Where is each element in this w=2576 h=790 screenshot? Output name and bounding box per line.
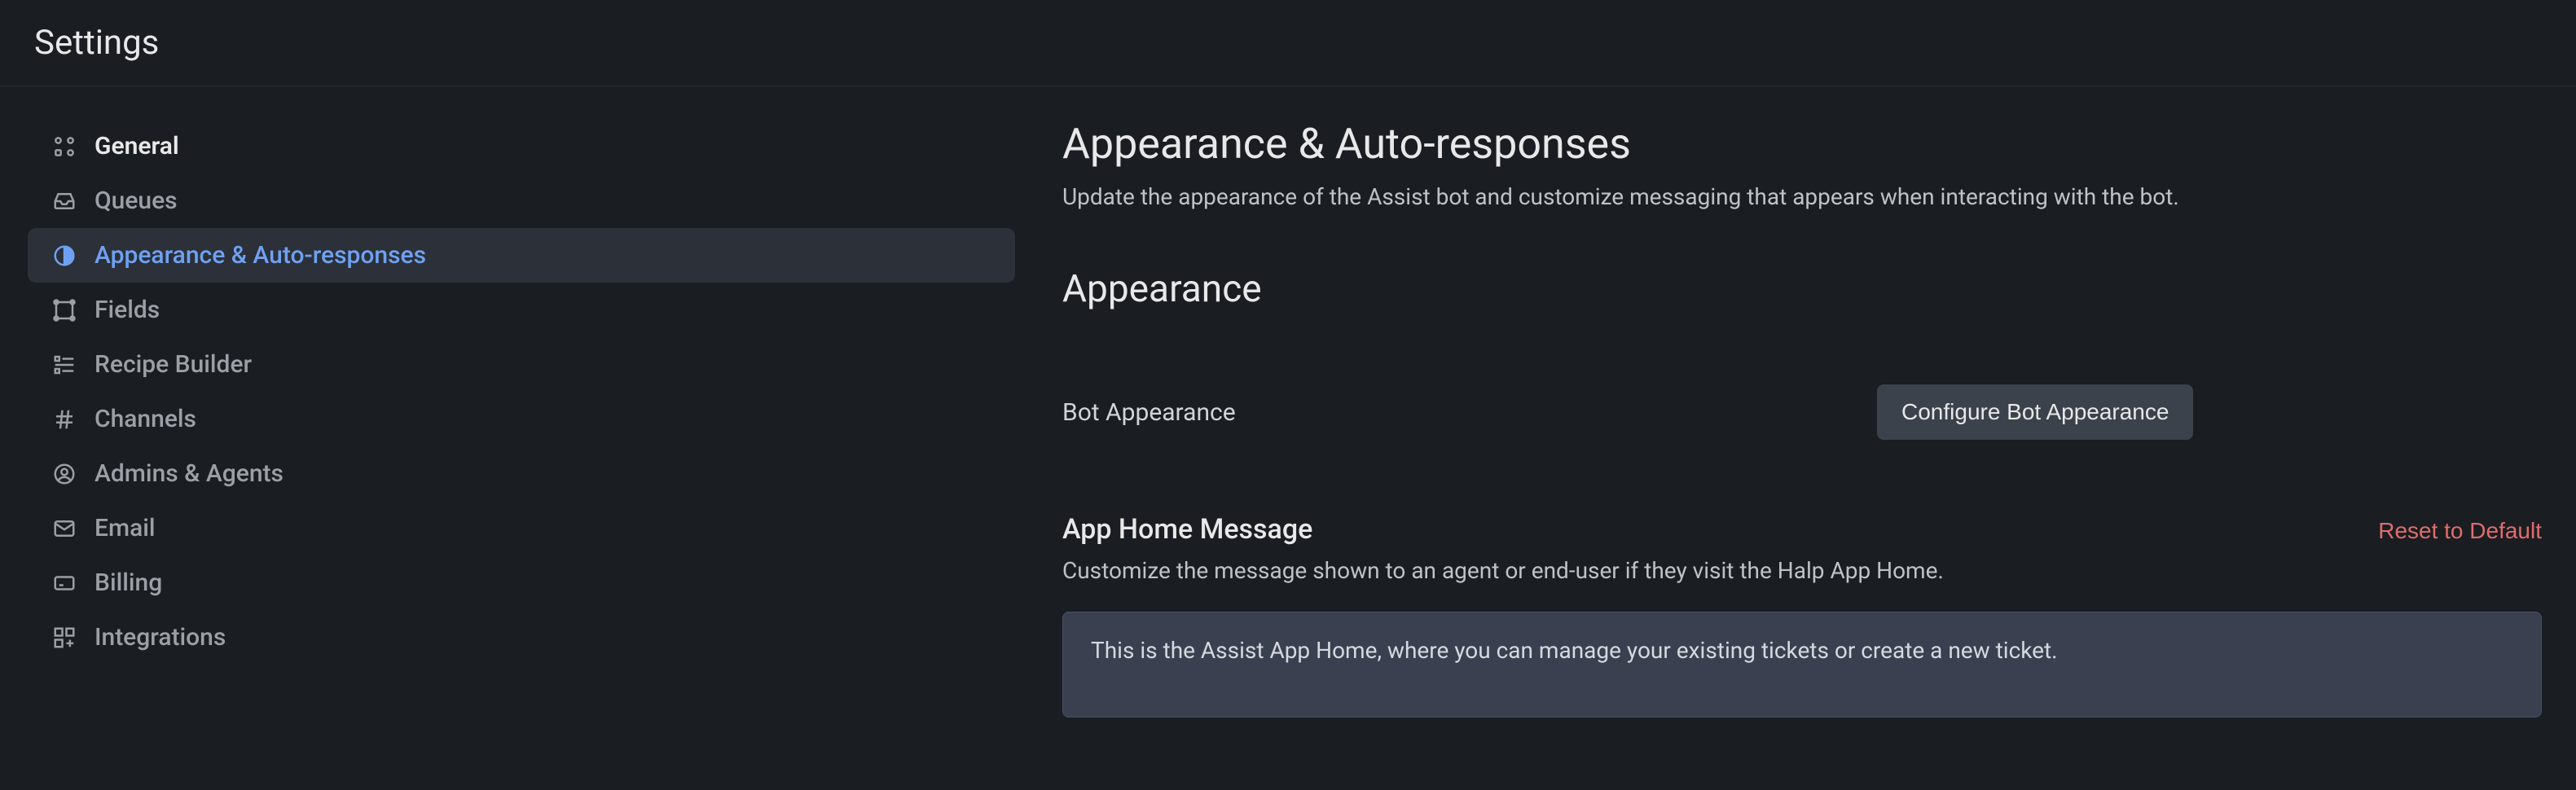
section-title: Appearance & Auto-responses: [1062, 119, 2576, 169]
inbox-icon: [52, 189, 77, 213]
sidebar-item-label: General: [95, 132, 179, 160]
app-home-header: App Home Message Reset to Default: [1062, 513, 2576, 546]
main-content: Appearance & Auto-responses Update the a…: [1043, 111, 2576, 721]
sidebar-item-label: Admins & Agents: [95, 459, 284, 488]
sidebar: General Queues Appearance & Auto-respons…: [0, 111, 1043, 721]
app-home-title: App Home Message: [1062, 513, 1312, 546]
sidebar-item-billing[interactable]: Billing: [28, 555, 1015, 610]
sidebar-item-queues[interactable]: Queues: [28, 173, 1015, 228]
bot-appearance-row: Bot Appearance Configure Bot Appearance: [1062, 384, 2576, 440]
sidebar-item-label: Billing: [95, 568, 162, 597]
sidebar-item-admins-agents[interactable]: Admins & Agents: [28, 446, 1015, 501]
list-icon: [52, 353, 77, 377]
settings-header: Settings: [0, 0, 2576, 86]
app-home-message-textarea[interactable]: This is the Assist App Home, where you c…: [1062, 612, 2542, 718]
sidebar-item-email[interactable]: Email: [28, 501, 1015, 555]
sidebar-item-general[interactable]: General: [28, 119, 1015, 173]
sidebar-item-label: Email: [95, 514, 156, 542]
sidebar-item-integrations[interactable]: Integrations: [28, 610, 1015, 665]
sidebar-item-label: Integrations: [95, 623, 226, 652]
mail-icon: [52, 516, 77, 541]
configure-bot-appearance-button[interactable]: Configure Bot Appearance: [1877, 384, 2193, 440]
sidebar-item-label: Queues: [95, 187, 178, 215]
sidebar-item-label: Appearance & Auto-responses: [95, 241, 426, 270]
sidebar-item-label: Channels: [95, 405, 196, 433]
app-home-description: Customize the message shown to an agent …: [1062, 557, 2576, 584]
apps-icon: [52, 625, 77, 650]
appearance-title: Appearance: [1062, 267, 2576, 311]
sidebar-item-appearance[interactable]: Appearance & Auto-responses: [28, 228, 1015, 283]
bot-appearance-label: Bot Appearance: [1062, 398, 1812, 427]
sidebar-item-label: Recipe Builder: [95, 350, 252, 379]
card-icon: [52, 571, 77, 595]
grid-icon: [52, 134, 77, 159]
sidebar-item-label: Fields: [95, 296, 160, 324]
sidebar-item-fields[interactable]: Fields: [28, 283, 1015, 337]
sidebar-item-recipe-builder[interactable]: Recipe Builder: [28, 337, 1015, 392]
app-home-textarea-wrap: This is the Assist App Home, where you c…: [1062, 612, 2542, 721]
user-icon: [52, 462, 77, 486]
hash-icon: [52, 407, 77, 432]
contrast-icon: [52, 244, 77, 268]
reset-to-default-button[interactable]: Reset to Default: [2378, 518, 2542, 544]
sidebar-item-channels[interactable]: Channels: [28, 392, 1015, 446]
page-title: Settings: [34, 23, 2542, 63]
section-description: Update the appearance of the Assist bot …: [1062, 183, 2576, 210]
layout: General Queues Appearance & Auto-respons…: [0, 86, 2576, 721]
shape-icon: [52, 298, 77, 323]
